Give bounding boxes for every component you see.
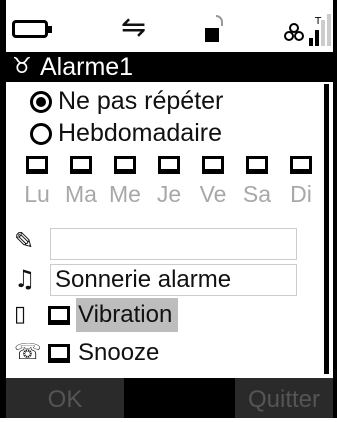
day-label: Sa — [242, 181, 272, 207]
quit-softkey[interactable]: Quitter — [235, 378, 333, 418]
weekday-selector: Lu Ma Me Je Ve Sa Di — [20, 156, 320, 218]
day-label: Ma — [65, 181, 97, 207]
day-friday[interactable]: Ve — [196, 156, 230, 208]
softkey-bar: OK Quitter — [6, 378, 333, 418]
vibration-label: Vibration — [76, 298, 179, 332]
day-tuesday[interactable]: Ma — [64, 156, 98, 208]
day-wednesday[interactable]: Me — [108, 156, 142, 208]
day-label: Je — [156, 181, 182, 207]
day-thursday[interactable]: Je — [152, 156, 186, 208]
day-label: Me — [109, 181, 141, 207]
day-checkbox[interactable] — [202, 156, 224, 174]
alarm-name-field[interactable] — [50, 228, 297, 260]
ringtone-field[interactable]: Sonnerie alarme — [50, 264, 297, 296]
day-checkbox[interactable] — [70, 156, 92, 174]
snooze-checkbox[interactable] — [48, 344, 70, 363]
radio-label: Hebdomadaire — [58, 119, 222, 147]
vibration-icon: ▯ — [14, 302, 27, 327]
lock-icon — [205, 15, 223, 42]
scrollbar[interactable] — [324, 84, 329, 374]
snooze-icon: ☏ — [14, 340, 42, 365]
day-label: Di — [290, 181, 312, 207]
day-checkbox[interactable] — [246, 156, 268, 174]
title-bar: ♉ Alarme1 — [6, 52, 333, 82]
radio-label: Ne pas répéter — [58, 87, 224, 115]
day-label: Ve — [199, 181, 227, 207]
alarm-icon: ♉ — [12, 54, 32, 79]
day-checkbox[interactable] — [26, 156, 48, 174]
vibration-checkbox[interactable] — [48, 306, 70, 325]
page-title: Alarme1 — [40, 53, 134, 81]
radio-button-selected[interactable] — [30, 91, 52, 113]
snooze-label: Snooze — [78, 339, 160, 366]
radio-button[interactable] — [30, 123, 52, 145]
day-label: Lu — [24, 181, 50, 207]
sync-arrows-icon: ⇋ — [121, 10, 147, 45]
day-checkbox[interactable] — [114, 156, 136, 174]
pencil-icon: ✎ — [14, 227, 35, 255]
day-checkbox[interactable] — [158, 156, 180, 174]
status-bar: ⇋ T — [6, 6, 333, 50]
day-saturday[interactable]: Sa — [240, 156, 274, 208]
battery-icon — [12, 20, 52, 38]
ok-softkey[interactable]: OK — [6, 378, 124, 418]
day-sunday[interactable]: Di — [284, 156, 318, 208]
signal-strength-icon: T — [284, 14, 331, 46]
day-checkbox[interactable] — [290, 156, 312, 174]
day-monday[interactable]: Lu — [20, 156, 54, 208]
svg-text:T: T — [314, 16, 322, 27]
music-note-icon: ♫ — [14, 265, 36, 293]
